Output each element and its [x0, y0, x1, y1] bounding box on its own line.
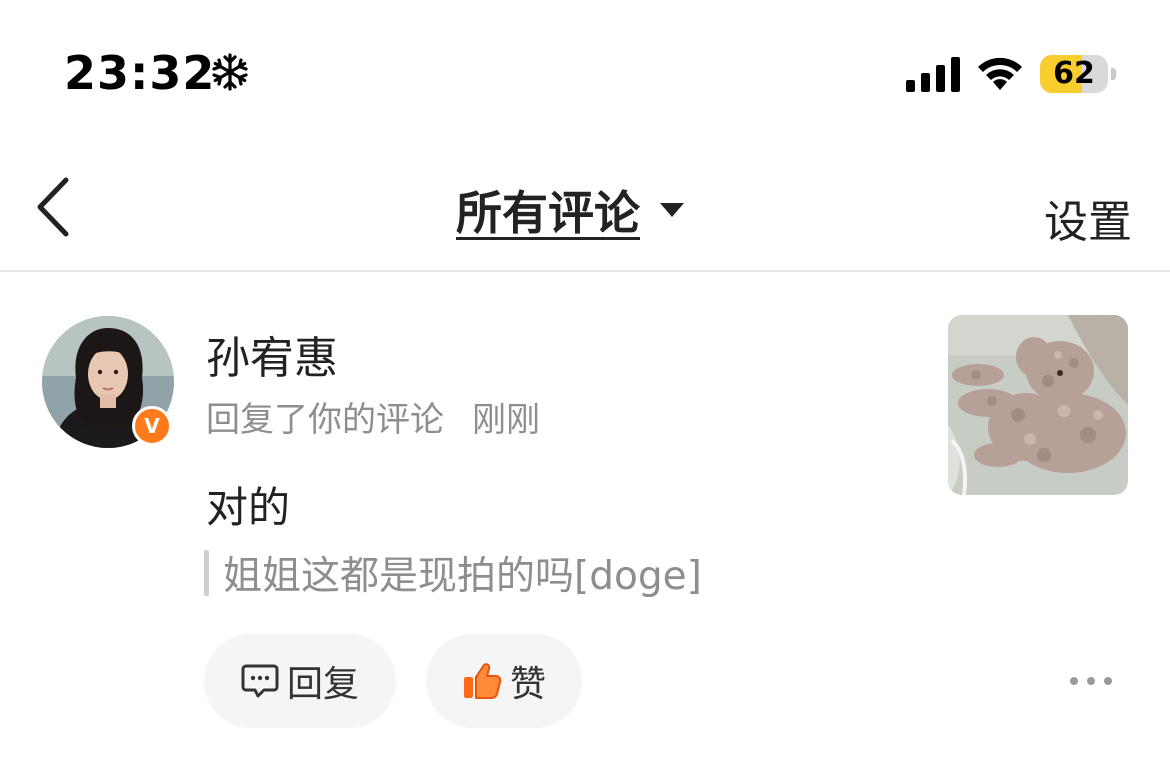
more-dot: [1104, 677, 1112, 685]
quoted-comment[interactable]: 姐姐这都是现拍的吗[doge]: [204, 548, 702, 599]
battery-tip: [1111, 68, 1116, 80]
chevron-left-icon: [37, 177, 69, 237]
more-options-button[interactable]: [1070, 664, 1112, 698]
battery-body: 62: [1040, 55, 1108, 93]
thumbs-up-icon: [463, 663, 502, 699]
back-button[interactable]: [28, 174, 78, 240]
comment-bubble-icon: [241, 664, 279, 698]
quote-bar: [204, 550, 209, 596]
more-dot: [1087, 677, 1095, 685]
like-button[interactable]: 赞: [426, 634, 582, 728]
status-bar: 23:32 62: [0, 0, 1170, 130]
username[interactable]: 孙宥惠: [206, 322, 338, 386]
post-thumbnail[interactable]: [948, 315, 1128, 495]
battery-percent: 62: [1053, 56, 1095, 91]
comment-meta: 回复了你的评论 刚刚: [206, 392, 540, 441]
cellular-signal-icon: [906, 57, 960, 92]
caret-down-icon: [660, 203, 684, 217]
more-dots-icon: [1070, 677, 1078, 685]
status-time: 23:32: [64, 46, 216, 100]
snowflake-icon: [212, 53, 248, 91]
poodle-photo: [948, 315, 1128, 495]
like-label: 赞: [509, 664, 546, 705]
reply-button[interactable]: 回复: [204, 634, 396, 728]
timestamp: 刚刚: [472, 400, 540, 440]
quoted-text: 姐姐这都是现拍的吗[doge]: [223, 554, 702, 599]
nav-bar: 所有评论 设置: [0, 140, 1170, 272]
reply-label: 回复: [286, 664, 359, 705]
wifi-icon: [978, 57, 1022, 90]
verified-badge: V: [132, 406, 172, 446]
comment-filter-dropdown[interactable]: 所有评论: [456, 180, 684, 240]
battery-indicator: 62: [1040, 55, 1116, 93]
comment-text[interactable]: 对的: [206, 474, 290, 535]
page-title: 所有评论: [456, 186, 640, 240]
settings-button[interactable]: 设置: [1044, 186, 1132, 250]
action-text: 回复了你的评论: [206, 400, 444, 440]
